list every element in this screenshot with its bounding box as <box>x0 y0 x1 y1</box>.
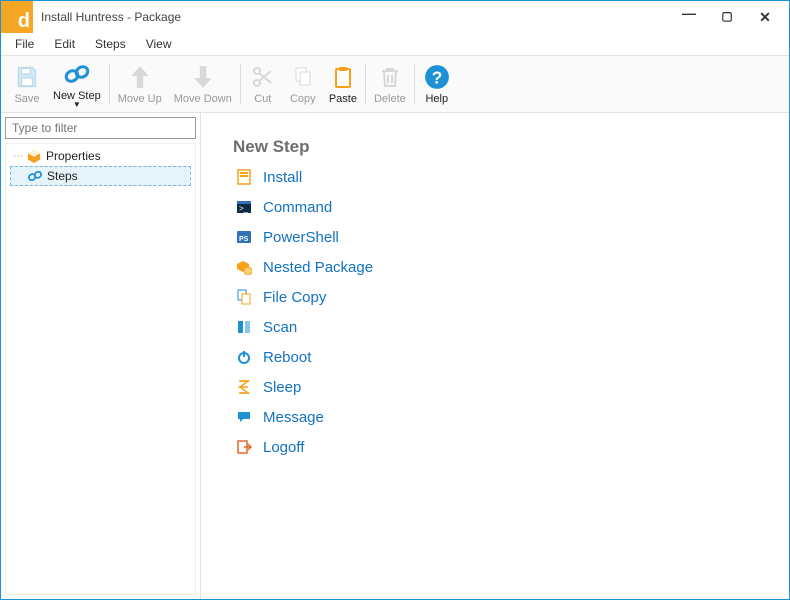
arrow-down-icon <box>189 63 217 91</box>
tree-item-label: Properties <box>46 149 101 163</box>
reboot-icon <box>235 348 253 366</box>
save-button[interactable]: Save <box>7 58 47 110</box>
powershell-icon: PS <box>235 228 253 246</box>
delete-button[interactable]: Delete <box>368 58 412 110</box>
maximize-button[interactable]: ▢ <box>717 9 737 26</box>
cut-button[interactable]: Cut <box>243 58 283 110</box>
tree-item-steps[interactable]: Steps <box>10 166 191 186</box>
copy-icon <box>289 63 317 91</box>
package-icon <box>26 148 42 164</box>
step-label: Reboot <box>263 349 311 366</box>
menu-edit[interactable]: Edit <box>46 35 83 53</box>
sleep-icon <box>235 378 253 396</box>
paste-icon <box>329 63 357 91</box>
install-icon <box>235 168 253 186</box>
tree-item-properties[interactable]: ⋯ Properties <box>10 146 191 166</box>
window-title: Install Huntress - Package <box>33 10 679 24</box>
step-command[interactable]: >_ Command <box>235 195 761 219</box>
nested-package-icon <box>235 258 253 276</box>
scan-icon <box>235 318 253 336</box>
step-reboot[interactable]: Reboot <box>235 345 761 369</box>
window-controls: — ▢ ✕ <box>679 9 783 26</box>
link-icon <box>27 168 43 184</box>
main-panel: New Step Install >_ Command PS <box>201 113 789 599</box>
message-icon <box>235 408 253 426</box>
filter-input[interactable] <box>5 117 196 139</box>
step-label: Scan <box>263 319 297 336</box>
menu-steps[interactable]: Steps <box>87 35 134 53</box>
step-file-copy[interactable]: File Copy <box>235 285 761 309</box>
step-label: Logoff <box>263 439 304 456</box>
step-sleep[interactable]: Sleep <box>235 375 761 399</box>
arrow-up-icon <box>126 63 154 91</box>
help-button[interactable]: ? Help <box>417 58 457 110</box>
step-label: PowerShell <box>263 229 339 246</box>
separator <box>365 64 366 104</box>
menu-file[interactable]: File <box>7 35 42 53</box>
titlebar: d Install Huntress - Package — ▢ ✕ <box>1 1 789 33</box>
step-powershell[interactable]: PS PowerShell <box>235 225 761 249</box>
main-heading: New Step <box>233 137 761 157</box>
file-copy-icon <box>235 288 253 306</box>
scissors-icon <box>249 63 277 91</box>
link-icon <box>63 60 91 88</box>
close-button[interactable]: ✕ <box>755 9 775 26</box>
step-scan[interactable]: Scan <box>235 315 761 339</box>
command-icon: >_ <box>235 198 253 216</box>
help-icon: ? <box>423 63 451 91</box>
trash-icon <box>376 63 404 91</box>
save-icon <box>13 63 41 91</box>
step-label: Nested Package <box>263 259 373 276</box>
step-label: Message <box>263 409 324 426</box>
filter-box <box>5 117 196 139</box>
step-logoff[interactable]: Logoff <box>235 435 761 459</box>
svg-text:>_: >_ <box>239 204 249 213</box>
dropdown-arrow-icon: ▼ <box>73 102 81 108</box>
svg-text:PS: PS <box>239 236 249 243</box>
body: ⋯ Properties Steps New Step <box>1 113 789 599</box>
step-label: Install <box>263 169 302 186</box>
separator <box>240 64 241 104</box>
step-install[interactable]: Install <box>235 165 761 189</box>
step-message[interactable]: Message <box>235 405 761 429</box>
step-nested-package[interactable]: Nested Package <box>235 255 761 279</box>
move-up-button[interactable]: Move Up <box>112 58 168 110</box>
paste-button[interactable]: Paste <box>323 58 363 110</box>
move-down-button[interactable]: Move Down <box>168 58 238 110</box>
menu-view[interactable]: View <box>138 35 180 53</box>
logoff-icon <box>235 438 253 456</box>
minimize-button[interactable]: — <box>679 5 699 22</box>
copy-button[interactable]: Copy <box>283 58 323 110</box>
window: d Install Huntress - Package — ▢ ✕ File … <box>0 0 790 600</box>
step-list: Install >_ Command PS PowerShell <box>235 165 761 459</box>
new-step-button[interactable]: New Step ▼ <box>47 58 107 110</box>
menubar: File Edit Steps View <box>1 33 789 55</box>
tree-item-label: Steps <box>47 169 78 183</box>
tree: ⋯ Properties Steps <box>5 143 196 595</box>
left-panel: ⋯ Properties Steps <box>1 113 201 599</box>
svg-text:?: ? <box>431 68 442 88</box>
app-icon: d <box>1 1 33 33</box>
toolbar: Save New Step ▼ Move Up Move Down <box>1 55 789 113</box>
step-label: Sleep <box>263 379 301 396</box>
separator <box>414 64 415 104</box>
step-label: File Copy <box>263 289 326 306</box>
separator <box>109 64 110 104</box>
step-label: Command <box>263 199 332 216</box>
tree-toggle-icon: ⋯ <box>10 151 26 162</box>
